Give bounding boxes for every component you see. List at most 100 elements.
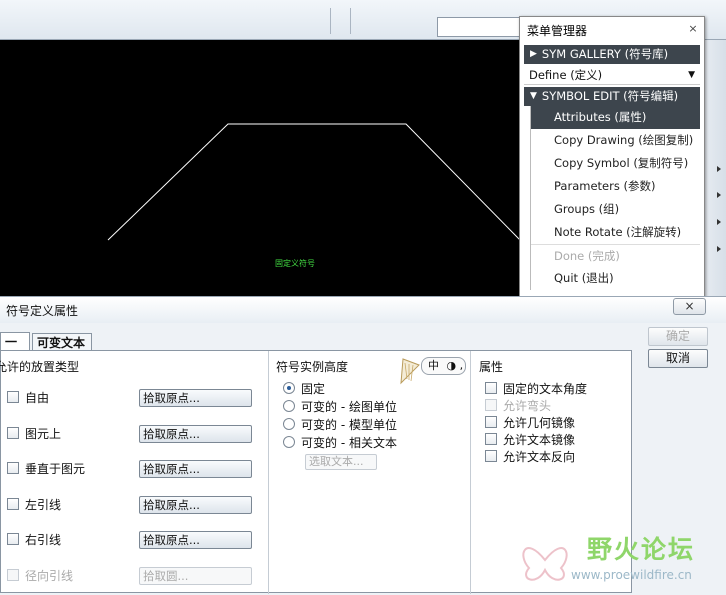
expanded-arrow-icon: ▼ <box>530 91 537 101</box>
graphics-canvas[interactable]: 固定义符号 <box>0 40 520 296</box>
radio-label: 可变的 - 绘图单位 <box>301 399 397 414</box>
radio-label: 固定 <box>301 381 326 396</box>
watermark: 野火论坛 www.proewildfire.cn <box>515 530 726 595</box>
symbol-outline <box>107 123 520 241</box>
checkbox-label: 垂直于图元 <box>25 461 86 476</box>
checkbox[interactable] <box>7 533 19 545</box>
cancel-button[interactable]: 取消 <box>648 349 708 368</box>
placement-right-leader-row: 右引线 <box>7 529 61 549</box>
fan-icon <box>400 358 420 385</box>
divider <box>470 351 471 594</box>
checkbox-label: 允许几何镜像 <box>503 415 576 430</box>
checkbox-label: 自由 <box>25 390 50 405</box>
toolbar-separator <box>350 8 351 34</box>
menu-manager: 菜单管理器 × ▶ SYM GALLERY (符号库) Define (定义) … <box>519 16 705 298</box>
chevron-down-icon: ▼ <box>688 70 695 80</box>
menu-items: Attributes (属性) Copy Drawing (绘图复制) Copy… <box>530 106 700 290</box>
expand-arrow-icon[interactable] <box>717 166 721 172</box>
menu-header-label: SYM GALLERY (符号库) <box>541 47 669 61</box>
ime-mode: 中 <box>428 359 439 372</box>
menu-item-note-rotate[interactable]: Note Rotate (注解旋转) <box>531 221 700 244</box>
define-dropdown[interactable]: Define (定义) ▼ <box>524 66 700 85</box>
menu-header-label: SYMBOL EDIT (符号编辑) <box>541 89 679 103</box>
placement-left-leader-row: 左引线 <box>7 494 61 514</box>
radio-button[interactable] <box>283 382 295 394</box>
checkbox-label: 允许弯头 <box>503 398 552 413</box>
menu-item-done: Done (完成) <box>531 244 700 267</box>
canvas-label: 固定义符号 <box>275 259 315 268</box>
checkbox-label: 右引线 <box>25 532 62 547</box>
pick-circle-button: 拾取圆... <box>139 567 252 585</box>
menu-header-symbol-edit[interactable]: ▼ SYMBOL EDIT (符号编辑) <box>524 87 700 106</box>
expand-arrow-icon[interactable] <box>717 192 721 198</box>
placement-on-entity-row: 图元上 <box>7 423 61 443</box>
placement-free-row: 自由 <box>7 387 49 407</box>
comma-icon: , <box>459 359 464 372</box>
moon-icon: ◑ <box>446 359 457 372</box>
pick-origin-button[interactable]: 拾取原点... <box>139 425 252 443</box>
checkbox[interactable] <box>7 462 19 474</box>
toolbar-input[interactable] <box>437 17 521 37</box>
dialog-title: 符号定义属性 <box>6 304 79 318</box>
menu-item-attributes[interactable]: Attributes (属性) <box>531 106 700 129</box>
checkbox-label: 径向引线 <box>25 568 74 583</box>
menu-header-sym-gallery[interactable]: ▶ SYM GALLERY (符号库) <box>524 45 700 64</box>
expand-arrow-icon[interactable] <box>717 246 721 252</box>
radio-button[interactable] <box>283 400 295 412</box>
menu-item-copy-symbol[interactable]: Copy Symbol (复制符号) <box>531 152 700 175</box>
menu-title: 菜单管理器 <box>520 17 704 45</box>
define-label: Define (定义) <box>529 68 603 82</box>
watermark-name: 野火论坛 <box>587 535 696 564</box>
properties-title: 属性 <box>479 360 504 374</box>
checkbox-label: 图元上 <box>25 426 62 441</box>
checkbox <box>485 399 497 411</box>
checkbox-label: 固定的文本角度 <box>503 381 588 396</box>
placement-radial-leader-row: 径向引线 <box>7 565 73 585</box>
menu-item-quit[interactable]: Quit (退出) <box>531 267 700 290</box>
height-title: 符号实例高度 <box>276 360 349 374</box>
checkbox-label: 允许文本反向 <box>503 449 576 464</box>
tab-general[interactable]: 一般 <box>0 332 30 367</box>
height-related-text-option[interactable]: 可变的 - 相关文本 <box>283 432 397 452</box>
checkbox[interactable] <box>485 416 497 428</box>
radio-label: 可变的 - 模型单位 <box>301 417 397 432</box>
checkbox <box>7 569 19 581</box>
menu-item-parameters[interactable]: Parameters (参数) <box>531 175 700 198</box>
close-button[interactable]: × <box>673 298 706 315</box>
expand-arrow-icon[interactable] <box>717 219 721 225</box>
height-fixed-option[interactable]: 固定 <box>283 378 325 398</box>
checkbox[interactable] <box>7 498 19 510</box>
checkbox[interactable] <box>485 382 497 394</box>
ime-status-bar[interactable]: 中 ◑ , <box>421 357 466 375</box>
checkbox[interactable] <box>7 427 19 439</box>
pick-origin-button[interactable]: 拾取原点... <box>139 531 252 549</box>
radio-button[interactable] <box>283 436 295 448</box>
watermark-url: www.proewildfire.cn <box>571 568 692 582</box>
radio-label: 可变的 - 相关文本 <box>301 435 397 450</box>
placement-normal-row: 垂直于图元 <box>7 458 85 478</box>
divider <box>268 351 269 594</box>
checkbox[interactable] <box>485 450 497 462</box>
pick-origin-button[interactable]: 拾取原点... <box>139 460 252 478</box>
butterfly-logo-icon <box>522 547 568 581</box>
height-model-units-option[interactable]: 可变的 - 模型单位 <box>283 414 397 434</box>
collapsed-arrow-icon: ▶ <box>530 49 537 59</box>
menu-item-groups[interactable]: Groups (组) <box>531 198 700 221</box>
radio-button[interactable] <box>283 418 295 430</box>
select-text-button: 选取文本... <box>305 454 377 470</box>
dialog-titlebar: 符号定义属性 × <box>0 296 726 323</box>
ok-button: 确定 <box>648 327 708 346</box>
menu-item-copy-drawing[interactable]: Copy Drawing (绘图复制) <box>531 129 700 152</box>
checkbox-label: 左引线 <box>25 497 62 512</box>
close-icon[interactable]: × <box>686 22 700 36</box>
placement-title: 允许的放置类型 <box>0 360 80 374</box>
pick-origin-button[interactable]: 拾取原点... <box>139 496 252 514</box>
checkbox-label: 允许文本镜像 <box>503 432 576 447</box>
checkbox[interactable] <box>7 391 19 403</box>
prop-text-reverse: 允许文本反向 <box>485 446 575 466</box>
height-drawing-units-option[interactable]: 可变的 - 绘图单位 <box>283 396 397 416</box>
toolbar-separator <box>330 8 331 34</box>
pick-origin-button[interactable]: 拾取原点... <box>139 389 252 407</box>
checkbox[interactable] <box>485 433 497 445</box>
tab-variable-text[interactable]: 可变文本 <box>32 333 92 351</box>
